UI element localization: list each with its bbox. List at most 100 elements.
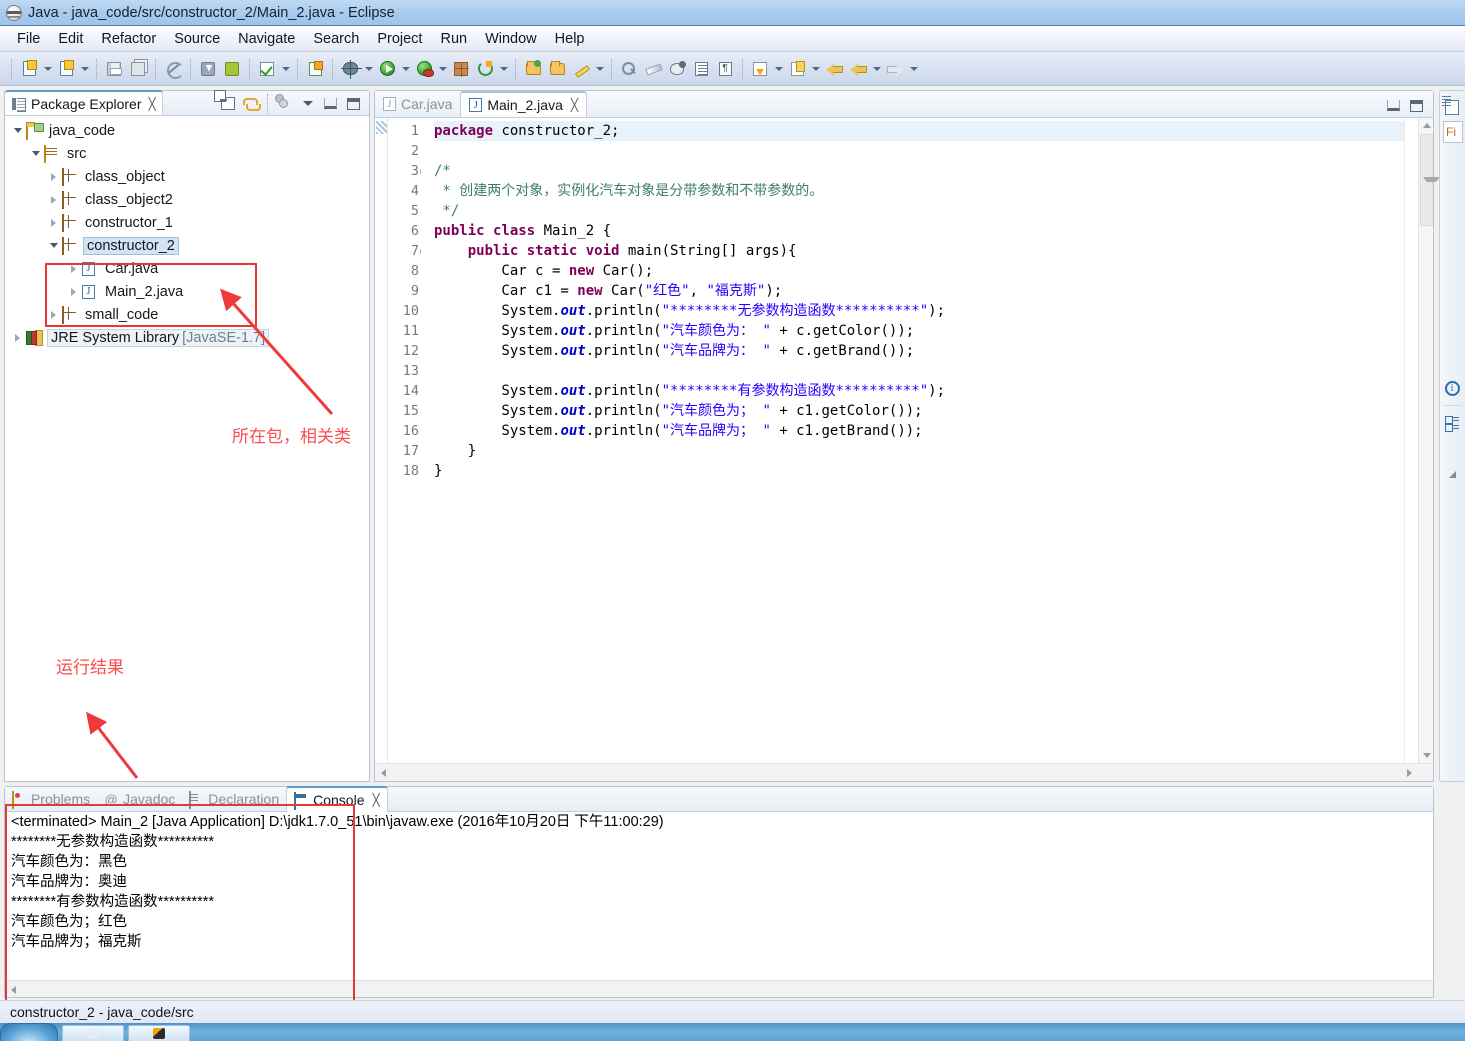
- menu-refactor[interactable]: Refactor: [92, 29, 165, 49]
- quick-fix-pen-icon[interactable]: [162, 58, 184, 80]
- forward-dropdown[interactable]: [907, 58, 920, 80]
- last-edit-dropdown[interactable]: [809, 58, 822, 80]
- next-annotation-icon[interactable]: [749, 58, 771, 80]
- coverage-icon[interactable]: [450, 58, 472, 80]
- debug-icon[interactable]: [339, 58, 361, 80]
- show-whitespace-icon[interactable]: ¶: [714, 58, 736, 80]
- close-icon[interactable]: ╳: [571, 98, 578, 112]
- menu-run[interactable]: Run: [431, 29, 476, 49]
- scroll-left-arrow-icon[interactable]: [6, 982, 21, 997]
- scroll-up-arrow-icon[interactable]: [1419, 118, 1434, 133]
- scroll-right-arrow-icon[interactable]: [1401, 765, 1417, 781]
- minimize-icon[interactable]: [320, 93, 341, 114]
- twisty-icon[interactable]: [47, 308, 60, 321]
- tree-row-small-code[interactable]: small_code: [5, 303, 369, 326]
- tree-row-constructor-1[interactable]: constructor_1: [5, 211, 369, 234]
- minimize-icon[interactable]: [1383, 95, 1404, 116]
- new-folder-icon[interactable]: [546, 58, 568, 80]
- close-icon[interactable]: ╳: [149, 97, 156, 111]
- link-with-editor-icon[interactable]: [240, 93, 261, 114]
- external-tools-icon[interactable]: [304, 58, 326, 80]
- editor-annotation-ruler[interactable]: [375, 118, 388, 763]
- tree-row-class-object[interactable]: class_object: [5, 165, 369, 188]
- menu-navigate[interactable]: Navigate: [229, 29, 304, 49]
- back-icon[interactable]: [847, 58, 869, 80]
- taskbar-item-eclipse[interactable]: [128, 1025, 190, 1041]
- menu-project[interactable]: Project: [368, 29, 431, 49]
- tab-problems[interactable]: Problems: [5, 787, 97, 812]
- view-menu-icon[interactable]: [297, 93, 318, 114]
- task-list-icon[interactable]: [1440, 410, 1464, 436]
- close-icon[interactable]: ╳: [373, 793, 380, 807]
- new-marker-dropdown[interactable]: [593, 58, 606, 80]
- scroll-left-arrow-icon[interactable]: [375, 765, 391, 781]
- restore-icon[interactable]: [1440, 461, 1464, 487]
- console-horizontal-scrollbar[interactable]: [5, 980, 1433, 997]
- twisty-icon[interactable]: [47, 170, 60, 183]
- build-dropdown[interactable]: [279, 58, 292, 80]
- last-edit-location-icon[interactable]: [786, 58, 808, 80]
- run-dropdown[interactable]: [399, 58, 412, 80]
- tree-row-java-code[interactable]: java_code: [5, 119, 369, 142]
- new-project-dropdown[interactable]: [78, 58, 91, 80]
- twisty-icon[interactable]: [29, 147, 42, 160]
- run-debug-icon[interactable]: [413, 58, 435, 80]
- maximize-icon[interactable]: [1406, 95, 1427, 116]
- menu-file[interactable]: File: [8, 29, 49, 49]
- collapse-all-icon[interactable]: [217, 93, 238, 114]
- forward-icon[interactable]: [884, 58, 906, 80]
- editor-overview-ruler[interactable]: [1404, 118, 1418, 763]
- menu-edit[interactable]: Edit: [49, 29, 92, 49]
- clean-icon[interactable]: [642, 58, 664, 80]
- twisty-icon[interactable]: [47, 239, 60, 252]
- android-sdk-manager-icon[interactable]: [197, 58, 219, 80]
- folding-column[interactable]: [421, 118, 434, 763]
- tree-row-car-java[interactable]: J Car.java: [5, 257, 369, 280]
- back-history-icon[interactable]: [823, 58, 845, 80]
- tree-row-main-2-java[interactable]: J Main_2.java: [5, 280, 369, 303]
- console-output[interactable]: <terminated> Main_2 [Java Application] D…: [5, 812, 1433, 997]
- next-annotation-dropdown[interactable]: [772, 58, 785, 80]
- tree-row-class-object2[interactable]: class_object2: [5, 188, 369, 211]
- filter-field[interactable]: Fi: [1443, 121, 1463, 143]
- run-cycle-icon[interactable]: [474, 58, 496, 80]
- project-tree[interactable]: java_code src class_object class_object2: [5, 116, 369, 781]
- tree-row-src[interactable]: src: [5, 142, 369, 165]
- new-package-icon[interactable]: [522, 58, 544, 80]
- menu-search[interactable]: Search: [304, 29, 368, 49]
- twisty-icon[interactable]: [67, 262, 80, 275]
- start-button[interactable]: [0, 1023, 58, 1041]
- code-text-area[interactable]: package constructor_2; /* * 创建两个对象，实例化汽车…: [434, 118, 1404, 763]
- twisty-icon[interactable]: [47, 193, 60, 206]
- toggle-block-selection-icon[interactable]: [690, 58, 712, 80]
- editor-tab-main-2-java[interactable]: J Main_2.java ╳: [460, 91, 587, 117]
- editor-horizontal-scrollbar[interactable]: [375, 763, 1433, 781]
- menu-window[interactable]: Window: [476, 29, 546, 49]
- save-all-icon[interactable]: [127, 58, 149, 80]
- run-debug-dropdown[interactable]: [436, 58, 449, 80]
- menu-source[interactable]: Source: [165, 29, 229, 49]
- taskbar-item-1[interactable]: [62, 1025, 124, 1041]
- outline-view-icon[interactable]: [1440, 94, 1464, 120]
- new-wizard-icon[interactable]: [18, 58, 40, 80]
- menu-help[interactable]: Help: [546, 29, 594, 49]
- build-check-icon[interactable]: [256, 58, 278, 80]
- scroll-down-arrow-icon[interactable]: [1419, 748, 1434, 763]
- tab-declaration[interactable]: Declaration: [182, 787, 286, 812]
- tab-console[interactable]: Console ╳: [286, 786, 388, 812]
- run-icon[interactable]: [376, 58, 398, 80]
- scrollbar-thumb[interactable]: [1420, 134, 1433, 226]
- tree-row-jre-system-library[interactable]: JRE System Library[JavaSE-1.7]: [5, 326, 369, 349]
- tab-package-explorer[interactable]: Package Explorer ╳: [5, 90, 163, 115]
- twisty-icon[interactable]: [47, 216, 60, 229]
- twisty-icon[interactable]: [11, 331, 24, 344]
- maximize-icon[interactable]: [343, 93, 364, 114]
- twisty-icon[interactable]: [67, 285, 80, 298]
- tree-row-constructor-2[interactable]: constructor_2: [5, 234, 369, 257]
- new-wizard-dropdown[interactable]: [41, 58, 54, 80]
- editor-vertical-scrollbar[interactable]: [1418, 118, 1433, 763]
- mask-icon[interactable]: [666, 58, 688, 80]
- editor-tab-car-java[interactable]: J Car.java: [375, 91, 460, 117]
- debug-dropdown[interactable]: [362, 58, 375, 80]
- new-java-project-icon[interactable]: [55, 58, 77, 80]
